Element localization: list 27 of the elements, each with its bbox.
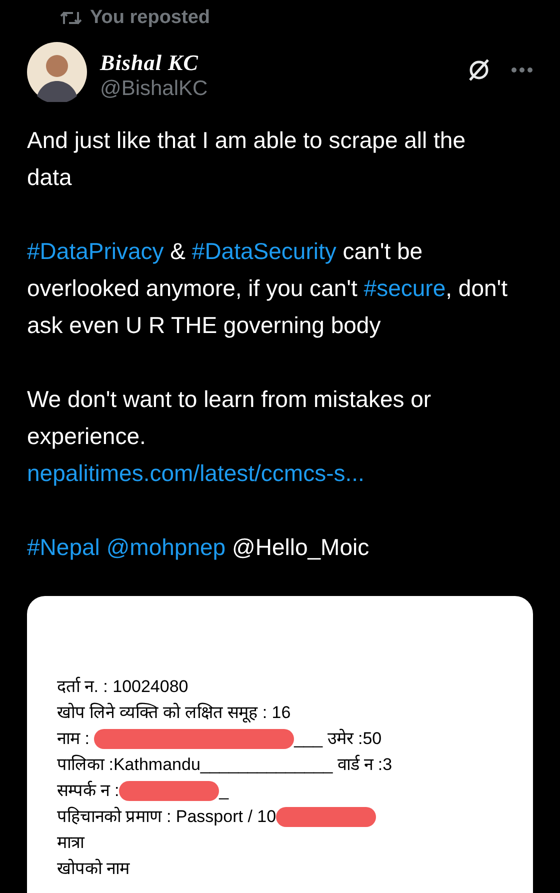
document-text: पहिचानको प्रमाण : Passport / 10: [57, 806, 276, 828]
repost-icon: [60, 10, 82, 26]
hashtag-link[interactable]: #Nepal: [27, 534, 100, 560]
repost-label: You reposted: [90, 6, 210, 30]
document-text: मात्रा: [57, 832, 84, 854]
document-text: दर्ता न. : 10024080: [57, 676, 188, 698]
hashtag-link[interactable]: #DataPrivacy: [27, 238, 164, 264]
tweet-text: #DataPrivacy & #DataSecurity can't be overlooked anymore, if you can't #secure, don't ask even U R THE governing body: [27, 237, 509, 340]
document-text: खोप लिने व्यक्ति को लक्षित समूह : 16: [57, 702, 291, 724]
document-text: _: [219, 780, 229, 802]
document-text: सम्पर्क न :: [57, 780, 120, 802]
document-text: खोपको नाम: [57, 858, 130, 880]
tweet-text: We don't want to learn from mistakes or experience. nepalitimes.com/latest/ccmcs-s...: [27, 385, 432, 488]
mention-link[interactable]: @mohpnep: [106, 534, 226, 560]
author-name[interactable]: Bishal KC: [100, 50, 208, 76]
hashtag-link[interactable]: #secure: [364, 275, 446, 301]
avatar[interactable]: [27, 42, 87, 102]
more-icon[interactable]: [511, 67, 533, 73]
url-link[interactable]: nepalitimes.com/latest/ccmcs-s...: [27, 460, 364, 486]
document-text: पालिका :Kathmandu______________ वार्ड न :3: [57, 754, 392, 776]
hashtag-link[interactable]: #DataSecurity: [192, 238, 336, 264]
document-text: नाम :: [57, 728, 90, 750]
attached-image[interactable]: दर्ता न. : 10024080 खोप लिने व्यक्ति को लक्षित समूह : 16 नाम : ___ उमेर :50 पालिका :Kathmandu______________ वार्ड न :3 सम्पर्क न : _ पहिचानको प्रमाण : Passport / 10 मात्रा खोपको नाम: [27, 596, 533, 893]
document-text: ___ उमेर :50: [294, 728, 382, 750]
tweet-text: #Nepal @mohpnep @Hello_Moic: [27, 533, 370, 562]
author-handle[interactable]: @BishalKC: [100, 76, 208, 102]
tweet-text: And just like that I am able to scrape all the data: [27, 126, 467, 192]
